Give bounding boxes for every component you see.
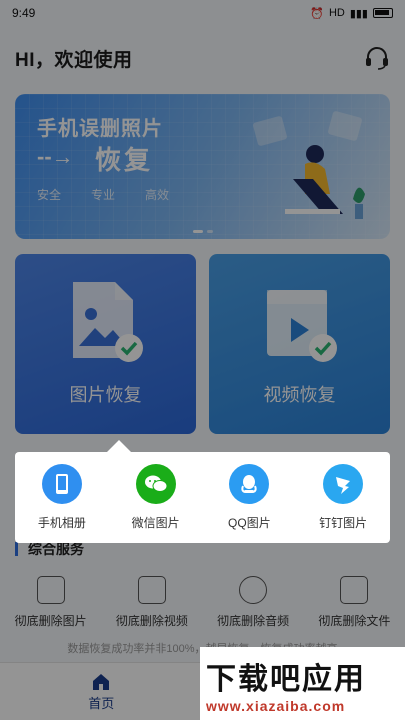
promo-banner[interactable]: 手机误删照片 --→ 恢复 安全 专业 高效 [15,94,390,239]
popup-label: 钉钉图片 [319,516,368,530]
watermark-title: 下载吧应用 [206,661,366,697]
status-icons: ⏰ HD ▮▮▮ [310,7,393,20]
tab-home[interactable]: 首页 [0,663,203,720]
battery-icon [373,8,393,18]
banner-tag: 专业 [91,188,116,202]
hd-label: HD [328,7,345,19]
dingtalk-icon [323,464,364,504]
banner-tag: 安全 [37,188,62,202]
phone-icon [41,464,82,504]
service-delete-image[interactable]: 彻底删除图片 [1,576,101,629]
banner-restore-text: 恢复 [95,145,154,175]
service-delete-video[interactable]: 彻底删除视频 [102,576,202,629]
photo-recovery-card[interactable]: 图片恢复 [15,254,196,434]
photo-file-icon [72,282,143,362]
service-label: 彻底删除视频 [115,614,188,628]
video-recovery-label: 视频恢复 [263,385,336,405]
banner-arrow: --→ [37,144,74,169]
banner-tags: 安全 专业 高效 [37,186,169,203]
tab-label: 首页 [88,696,115,711]
header: HI，欢迎使用 [15,44,390,72]
video-file-icon [266,290,337,362]
image-icon [36,576,65,604]
video-recovery-card[interactable]: 视频恢复 [209,254,390,434]
alarm-icon: ⏰ [310,7,324,20]
video-icon [137,576,166,604]
banner-title: 手机误删照片 [37,118,163,140]
service-label: 彻底删除文件 [318,614,391,628]
services-row: 彻底删除图片 彻底删除视频 彻底删除音频 彻底删除文件 [0,576,405,629]
popup-label: QQ图片 [228,516,271,530]
file-icon [340,576,369,604]
photo-recovery-label: 图片恢复 [69,385,142,405]
signal-icon: ▮▮▮ [349,7,368,20]
headset-icon[interactable] [364,45,390,71]
section-title: 综合服务 [15,542,84,556]
audio-icon [239,576,268,604]
source-qq[interactable]: QQ图片 [204,464,294,531]
page-title: HI，欢迎使用 [15,49,133,71]
service-delete-file[interactable]: 彻底删除文件 [304,576,404,629]
popup-label: 微信图片 [131,516,180,530]
service-delete-audio[interactable]: 彻底删除音频 [203,576,303,629]
wechat-icon [135,464,176,504]
source-wechat[interactable]: 微信图片 [111,464,201,531]
source-phone-album[interactable]: 手机相册 [17,464,107,531]
popup-label: 手机相册 [37,516,86,530]
pagination-dot[interactable] [192,230,203,233]
watermark: 下载吧应用 www.xiazaiba.com [200,647,405,720]
pagination-dot[interactable] [206,230,213,233]
banner-tag: 高效 [145,188,170,202]
banner-pagination [192,230,213,233]
home-icon [93,674,110,690]
qq-icon [229,464,270,504]
source-picker-popup: 手机相册 微信图片 QQ图片 钉钉图片 [15,440,390,543]
service-label: 彻底删除图片 [14,614,87,628]
source-dingtalk[interactable]: 钉钉图片 [298,464,388,531]
watermark-url: www.xiazaiba.com [206,697,346,714]
status-time: 9:49 [12,6,36,20]
banner-illustration [253,111,365,219]
service-label: 彻底删除音频 [217,614,290,628]
status-bar: 9:49 ⏰ HD ▮▮▮ [0,0,405,26]
